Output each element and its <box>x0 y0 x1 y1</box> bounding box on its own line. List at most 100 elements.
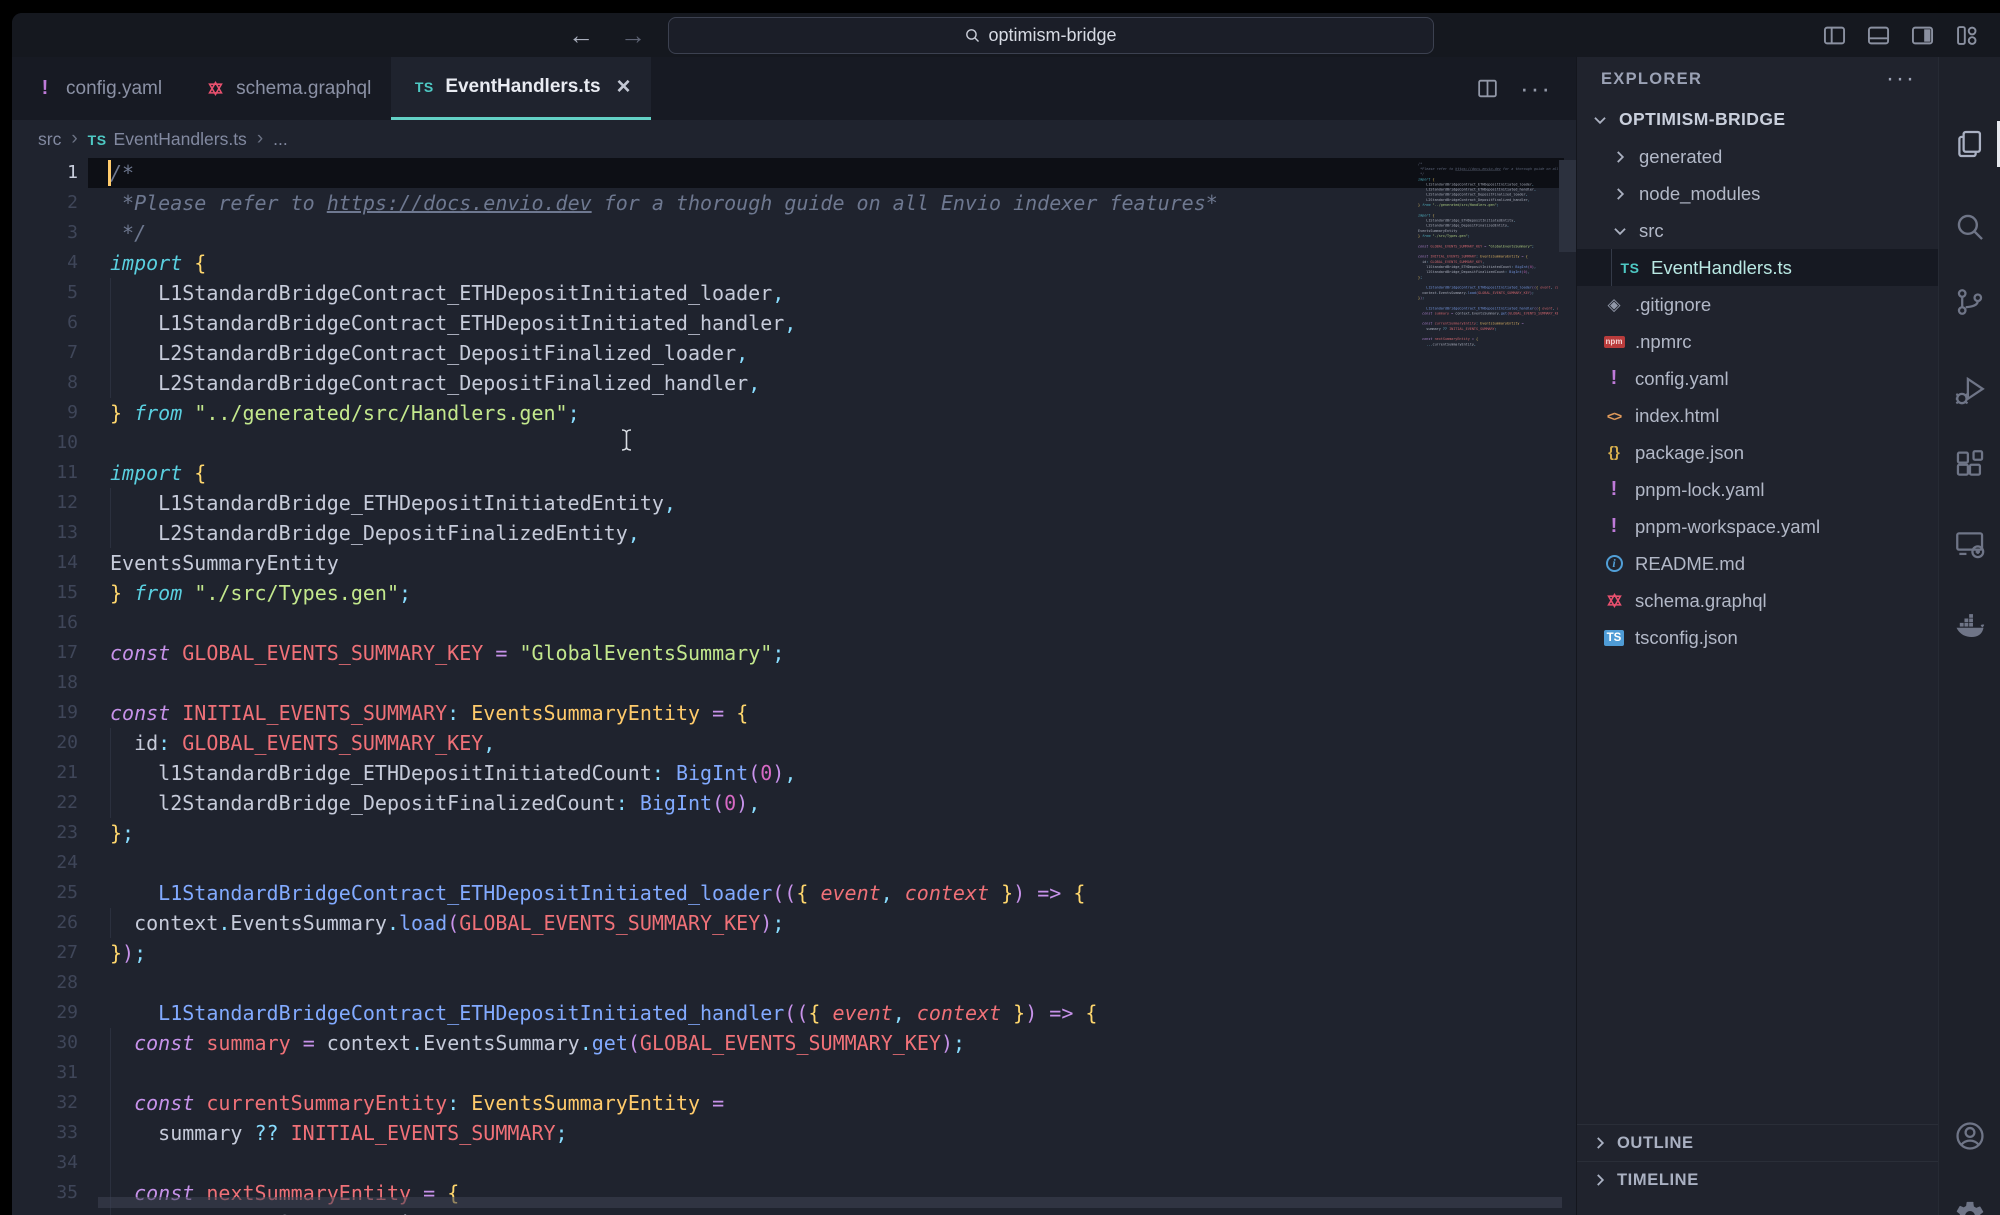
tree-folder-generated[interactable]: generated <box>1577 138 1938 175</box>
line-number[interactable]: 5 <box>12 278 78 308</box>
line-number[interactable]: 19 <box>12 698 78 728</box>
tree-file-config.yaml[interactable]: !config.yaml <box>1577 360 1938 397</box>
tree-file-.npmrc[interactable]: npm.npmrc <box>1577 323 1938 360</box>
code-line[interactable]: 10 <box>12 428 1576 458</box>
tree-folder-node_modules[interactable]: node_modules <box>1577 175 1938 212</box>
line-number[interactable]: 27 <box>12 938 78 968</box>
tree-file-index.html[interactable]: <>index.html <box>1577 397 1938 434</box>
tree-file-pnpm-workspace.yaml[interactable]: !pnpm-workspace.yaml <box>1577 508 1938 545</box>
line-number[interactable]: 7 <box>12 338 78 368</box>
line-number[interactable]: 23 <box>12 818 78 848</box>
line-number[interactable]: 10 <box>12 428 78 458</box>
tree-file-pnpm-lock.yaml[interactable]: !pnpm-lock.yaml <box>1577 471 1938 508</box>
code-line[interactable]: 25 L1StandardBridgeContract_ETHDepositIn… <box>12 878 1576 908</box>
files-icon[interactable] <box>1953 127 1987 161</box>
code-line[interactable]: 1/* <box>12 158 1576 188</box>
code-line[interactable]: 13 L2StandardBridge_DepositFinalizedEnti… <box>12 518 1576 548</box>
navigate-forward-icon[interactable]: → <box>620 22 646 48</box>
tab-schema.graphql[interactable]: schema.graphql <box>182 57 391 120</box>
code-line[interactable]: 5 L1StandardBridgeContract_ETHDepositIni… <box>12 278 1576 308</box>
code-line[interactable]: 34 <box>12 1148 1576 1178</box>
tree-file-tsconfig.json[interactable]: TStsconfig.json <box>1577 619 1938 656</box>
line-number[interactable]: 8 <box>12 368 78 398</box>
minimap[interactable]: /* *Please refer to https://docs.envio.d… <box>1418 161 1558 581</box>
close-tab-icon[interactable]: × <box>617 75 631 99</box>
line-number[interactable]: 33 <box>12 1118 78 1148</box>
layout-customize-icon[interactable] <box>1953 22 1980 49</box>
docker-icon[interactable] <box>1953 609 1987 643</box>
breadcrumb-item[interactable]: TSEventHandlers.ts <box>88 129 247 150</box>
code-line[interactable]: 16 <box>12 608 1576 638</box>
source-control-icon[interactable] <box>1953 285 1987 319</box>
code-line[interactable]: 32 const currentSummaryEntity: EventsSum… <box>12 1088 1576 1118</box>
line-number[interactable]: 1 <box>12 158 78 188</box>
navigate-back-icon[interactable]: ← <box>568 22 594 48</box>
sidebar-section-outline[interactable]: OUTLINE <box>1577 1124 1938 1161</box>
line-number[interactable]: 12 <box>12 488 78 518</box>
account-icon[interactable] <box>1953 1119 1987 1153</box>
line-number[interactable]: 36 <box>12 1208 78 1215</box>
line-number[interactable]: 6 <box>12 308 78 338</box>
layout-sidebar-left-icon[interactable] <box>1821 22 1848 49</box>
code-line[interactable]: 11import { <box>12 458 1576 488</box>
line-number[interactable]: 13 <box>12 518 78 548</box>
search-icon[interactable] <box>1953 210 1987 244</box>
code-line[interactable]: 33 summary ?? INITIAL_EVENTS_SUMMARY; <box>12 1118 1576 1148</box>
line-number[interactable]: 28 <box>12 968 78 998</box>
line-number[interactable]: 26 <box>12 908 78 938</box>
code-line[interactable]: 19const INITIAL_EVENTS_SUMMARY: EventsSu… <box>12 698 1576 728</box>
line-number[interactable]: 9 <box>12 398 78 428</box>
line-number[interactable]: 35 <box>12 1178 78 1208</box>
tree-file-package.json[interactable]: {}package.json <box>1577 434 1938 471</box>
code-line[interactable]: 31 <box>12 1058 1576 1088</box>
breadcrumb-item[interactable]: src <box>38 129 61 150</box>
code-line[interactable]: 17const GLOBAL_EVENTS_SUMMARY_KEY = "Glo… <box>12 638 1576 668</box>
code-line[interactable]: 22 l2StandardBridge_DepositFinalizedCoun… <box>12 788 1576 818</box>
line-number[interactable]: 16 <box>12 608 78 638</box>
code-line[interactable]: 27}); <box>12 938 1576 968</box>
more-actions-icon[interactable]: ··· <box>1520 83 1552 93</box>
run-debug-icon[interactable] <box>1953 374 1987 408</box>
code-line[interactable]: 6 L1StandardBridgeContract_ETHDepositIni… <box>12 308 1576 338</box>
tree-root-OPTIMISM-BRIDGE[interactable]: OPTIMISM-BRIDGE <box>1577 101 1938 138</box>
code-line[interactable]: 7 L2StandardBridgeContract_DepositFinali… <box>12 338 1576 368</box>
tree-file-schema.graphql[interactable]: schema.graphql <box>1577 582 1938 619</box>
code-line[interactable]: 3 */ <box>12 218 1576 248</box>
code-line[interactable]: 2 *Please refer to https://docs.envio.de… <box>12 188 1576 218</box>
line-number[interactable]: 20 <box>12 728 78 758</box>
code-line[interactable]: 18 <box>12 668 1576 698</box>
tree-file-.gitignore[interactable]: ◈.gitignore <box>1577 286 1938 323</box>
code-line[interactable]: 21 l1StandardBridge_ETHDepositInitiatedC… <box>12 758 1576 788</box>
horizontal-scrollbar[interactable] <box>98 1197 1562 1208</box>
remote-explorer-icon[interactable] <box>1953 527 1987 561</box>
sidebar-section-timeline[interactable]: TIMELINE <box>1577 1161 1938 1198</box>
tab-EventHandlers.ts[interactable]: TSEventHandlers.ts× <box>391 57 650 120</box>
code-line[interactable]: 23}; <box>12 818 1576 848</box>
code-editor[interactable]: 1/*2 *Please refer to https://docs.envio… <box>12 158 1576 1215</box>
line-number[interactable]: 21 <box>12 758 78 788</box>
line-number[interactable]: 31 <box>12 1058 78 1088</box>
line-number[interactable]: 3 <box>12 218 78 248</box>
explorer-more-icon[interactable]: ··· <box>1886 74 1916 84</box>
code-line[interactable]: 14EventsSummaryEntity <box>12 548 1576 578</box>
line-number[interactable]: 17 <box>12 638 78 668</box>
code-line[interactable]: 9} from "../generated/src/Handlers.gen"; <box>12 398 1576 428</box>
code-line[interactable]: 36 ...currentSummaryEntity, <box>12 1208 1576 1215</box>
code-line[interactable]: 4import { <box>12 248 1576 278</box>
code-line[interactable]: 30 const summary = context.EventsSummary… <box>12 1028 1576 1058</box>
line-number[interactable]: 32 <box>12 1088 78 1118</box>
tree-folder-src[interactable]: src <box>1577 212 1938 249</box>
line-number[interactable]: 34 <box>12 1148 78 1178</box>
line-number[interactable]: 11 <box>12 458 78 488</box>
code-line[interactable]: 20 id: GLOBAL_EVENTS_SUMMARY_KEY, <box>12 728 1576 758</box>
line-number[interactable]: 14 <box>12 548 78 578</box>
breadcrumb-item[interactable]: ... <box>273 129 288 150</box>
line-number[interactable]: 22 <box>12 788 78 818</box>
code-line[interactable]: 28 <box>12 968 1576 998</box>
split-editor-icon[interactable] <box>1475 76 1500 101</box>
tab-config.yaml[interactable]: !config.yaml <box>12 57 182 120</box>
extensions-icon[interactable] <box>1953 447 1987 481</box>
tree-file-README.md[interactable]: iREADME.md <box>1577 545 1938 582</box>
line-number[interactable]: 4 <box>12 248 78 278</box>
line-number[interactable]: 18 <box>12 668 78 698</box>
